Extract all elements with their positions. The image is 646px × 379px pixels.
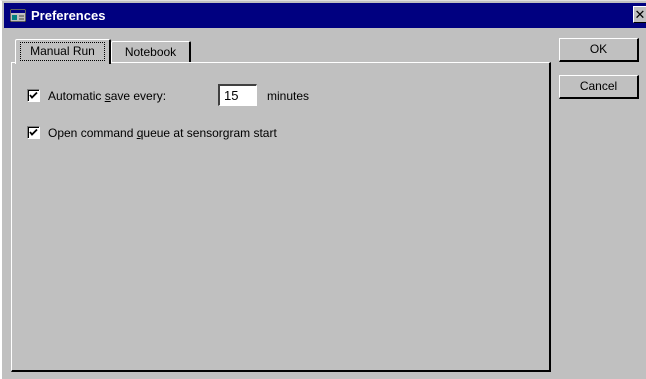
close-button[interactable]: ✕ (633, 6, 646, 23)
checkmark-icon (29, 128, 38, 136)
manual-run-panel: Automatic save every: minutes Open comma… (11, 62, 551, 372)
tab-notebook[interactable]: Notebook (111, 41, 191, 63)
close-icon: ✕ (634, 7, 646, 22)
preferences-dialog: Preferences ✕ Manual Run Notebook Automa… (0, 0, 646, 379)
auto-save-label[interactable]: Automatic save every: (48, 88, 166, 104)
checkmark-icon (29, 91, 38, 99)
title-bar[interactable]: Preferences ✕ (4, 3, 646, 28)
minutes-label: minutes (267, 89, 310, 103)
auto-save-minutes-input[interactable] (218, 84, 257, 106)
tab-manual-run-label: Manual Run (20, 42, 105, 61)
ok-button[interactable]: OK (559, 38, 639, 62)
command-queue-label[interactable]: Open command queue at sensorgram start (48, 125, 277, 141)
preferences-app-icon (9, 8, 27, 23)
command-queue-checkbox[interactable] (27, 126, 40, 139)
cancel-button[interactable]: Cancel (559, 75, 639, 99)
tab-notebook-label: Notebook (124, 45, 177, 59)
window-title: Preferences (31, 8, 106, 23)
auto-save-checkbox[interactable] (27, 89, 40, 102)
tab-manual-run[interactable]: Manual Run (15, 39, 111, 64)
